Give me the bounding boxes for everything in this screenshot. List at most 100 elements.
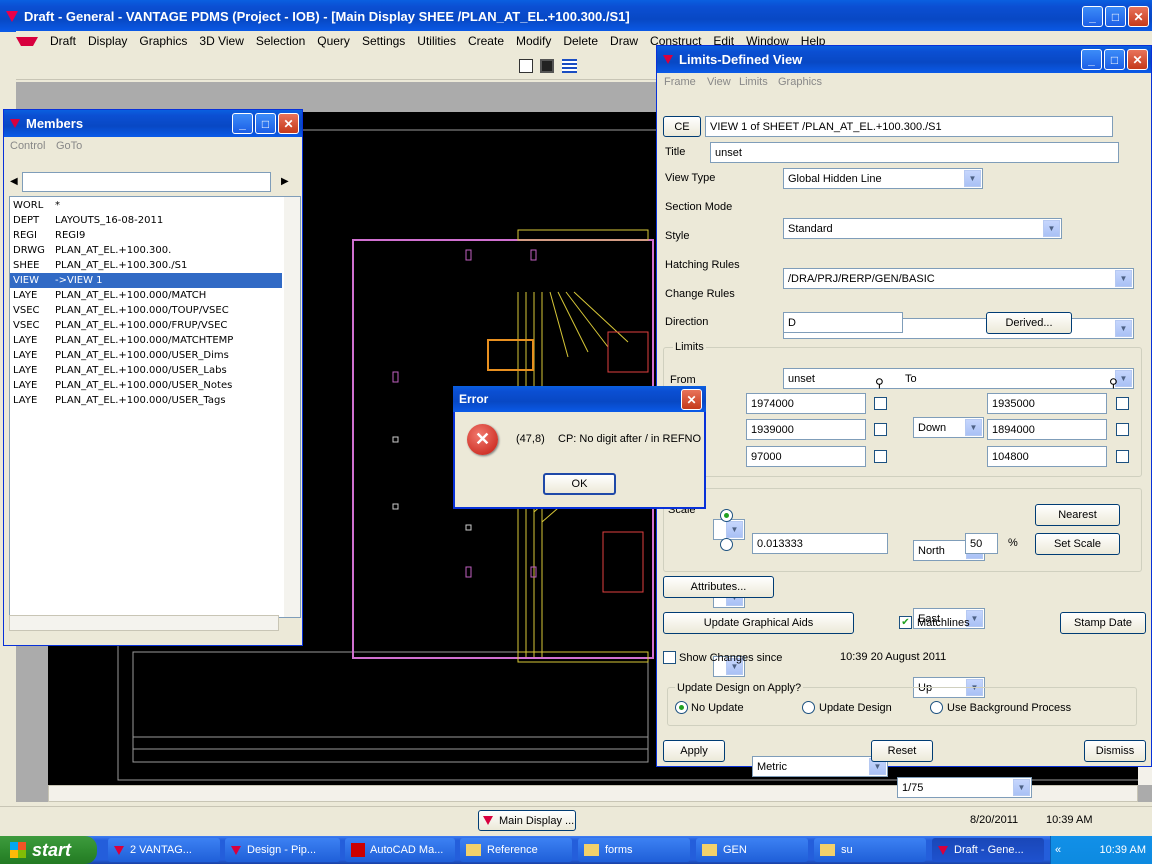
error-ok-button[interactable]: OK [543,473,616,495]
members-maximize-button[interactable]: □ [255,113,276,134]
dismiss-button[interactable]: Dismiss [1084,740,1146,762]
from-check-3[interactable] [874,450,887,463]
scale-radio-value[interactable] [720,538,733,551]
taskbar-item-vantage[interactable]: 2 VANTAG... [108,838,220,862]
main-title-bar[interactable]: Draft - General - VANTAGE PDMS (Project … [0,0,1152,32]
direction-field[interactable]: D [783,312,903,333]
to-value-3[interactable]: 104800 [987,446,1107,467]
taskbar-item-draft[interactable]: Draft - Gene... [932,838,1044,862]
limits-menu-limits[interactable]: Limits [739,76,768,88]
limits-title-bar[interactable]: Limits-Defined View _ □ ✕ [657,46,1151,73]
to-check-1[interactable] [1116,397,1129,410]
to-value-2[interactable]: 1894000 [987,419,1107,440]
nearest-button[interactable]: Nearest [1035,504,1120,526]
tray-arrow-icon[interactable]: « [1055,844,1061,856]
error-title-bar[interactable]: Error ✕ [453,386,706,412]
style-select[interactable]: /DRA/PRJ/RERP/GEN/BASIC ▼ [783,268,1134,289]
derived-button[interactable]: Derived... [986,312,1072,334]
scale-value-field[interactable]: 0.013333 [752,533,888,554]
pin-icon[interactable]: ⚲ [1109,376,1118,390]
member-row[interactable]: LAYE PLAN_AT_EL.+100.000/MATCH [10,288,282,303]
members-close-button[interactable]: ✕ [278,113,299,134]
limits-maximize-button[interactable]: □ [1104,49,1125,70]
member-row[interactable]: VIEW ->VIEW 1 [10,273,282,288]
update-graphical-aids-button[interactable]: Update Graphical Aids [663,612,854,634]
menu-display[interactable]: Display [82,34,133,48]
taskbar-item-gen[interactable]: GEN [696,838,808,862]
taskbar-item-autocad[interactable]: AutoCAD Ma... [345,838,455,862]
menu-graphics[interactable]: Graphics [133,34,193,48]
show-changes-checkbox[interactable] [663,651,676,664]
members-list-vscroll[interactable] [284,197,300,617]
menu-query[interactable]: Query [311,34,356,48]
menu-draw[interactable]: Draw [604,34,644,48]
to-value-1[interactable]: 1935000 [987,393,1107,414]
limits-menu-view[interactable]: View [707,76,731,88]
limits-menu-graphics[interactable]: Graphics [778,76,822,88]
section-mode-select[interactable]: Standard ▼ [783,218,1062,239]
member-row[interactable]: SHEE PLAN_AT_EL.+100.300./S1 [10,258,282,273]
radio-no-update[interactable] [675,701,688,714]
save-icon[interactable] [540,59,554,73]
apply-button[interactable]: Apply [663,740,725,762]
menu-modify[interactable]: Modify [510,34,557,48]
scale-system-select[interactable]: Metric ▼ [752,756,888,777]
from-check-1[interactable] [874,397,887,410]
menu-draft[interactable]: Draft [44,34,82,48]
set-scale-button[interactable]: Set Scale [1035,533,1120,555]
title-field[interactable]: unset [710,142,1119,163]
member-row[interactable]: LAYE PLAN_AT_EL.+100.000/USER_Dims [10,348,282,363]
status-main-display[interactable]: Main Display ... [478,810,576,831]
member-row[interactable]: VSEC PLAN_AT_EL.+100.000/TOUP/VSEC [10,303,282,318]
scale-ratio-select[interactable]: 1/75 ▼ [897,777,1032,798]
close-button[interactable]: ✕ [1128,6,1149,27]
members-title-bar[interactable]: Members _ □ ✕ [4,110,302,137]
scale-radio-ratio[interactable] [720,509,733,522]
member-row[interactable]: LAYE PLAN_AT_EL.+100.000/USER_Tags [10,393,282,408]
member-row[interactable]: WORL * [10,198,282,213]
table-icon[interactable] [562,59,577,73]
members-list[interactable]: WORL * DEPT LAYOUTS_16-08-2011 REGI REGI9 DRWG… [9,196,301,618]
radio-update-design[interactable] [802,701,815,714]
member-row[interactable]: DRWG PLAN_AT_EL.+100.300. [10,243,282,258]
stamp-date-button[interactable]: Stamp Date [1060,612,1146,634]
ce-value-field[interactable]: VIEW 1 of SHEET /PLAN_AT_EL.+100.300./S1 [705,116,1113,137]
taskbar-item-design[interactable]: Design - Pip... [225,838,340,862]
member-row[interactable]: DEPT LAYOUTS_16-08-2011 [10,213,282,228]
limits-menu-frame[interactable]: Frame [664,76,696,88]
members-list-hscroll[interactable] [9,615,279,631]
reset-button[interactable]: Reset [871,740,933,762]
to-check-3[interactable] [1116,450,1129,463]
attributes-button[interactable]: Attributes... [663,576,774,598]
limits-close-button[interactable]: ✕ [1127,49,1148,70]
menu-utilities[interactable]: Utilities [411,34,462,48]
menu-3d-view[interactable]: 3D View [193,34,249,48]
members-forward-arrow-icon[interactable]: ▶ [281,176,289,187]
view-type-select[interactable]: Global Hidden Line ▼ [783,168,983,189]
member-row[interactable]: REGI REGI9 [10,228,282,243]
error-close-button[interactable]: ✕ [681,389,702,410]
member-row[interactable]: LAYE PLAN_AT_EL.+100.000/USER_Notes [10,378,282,393]
start-button[interactable]: start [0,836,97,864]
matchlines-checkbox[interactable]: ✔ [899,616,912,629]
members-back-arrow-icon[interactable]: ◀ [10,176,18,187]
menu-create[interactable]: Create [462,34,510,48]
taskbar-item-forms[interactable]: forms [578,838,690,862]
from-check-2[interactable] [874,423,887,436]
copy-icon[interactable] [519,59,533,73]
member-row[interactable]: VSEC PLAN_AT_EL.+100.000/FRUP/VSEC [10,318,282,333]
members-menu-goto[interactable]: GoTo [56,140,82,152]
menu-delete[interactable]: Delete [557,34,604,48]
from-value-2[interactable]: 1939000 [746,419,866,440]
minimize-button[interactable]: _ [1082,6,1103,27]
menu-selection[interactable]: Selection [250,34,311,48]
ce-button[interactable]: CE [663,116,701,137]
limits-minimize-button[interactable]: _ [1081,49,1102,70]
taskbar-item-su[interactable]: su [814,838,926,862]
radio-background-process[interactable] [930,701,943,714]
maximize-button[interactable]: □ [1105,6,1126,27]
scale-percent-field[interactable]: 50 [965,533,998,554]
members-menu-control[interactable]: Control [10,140,45,152]
from-value-3[interactable]: 97000 [746,446,866,467]
menu-settings[interactable]: Settings [356,34,411,48]
